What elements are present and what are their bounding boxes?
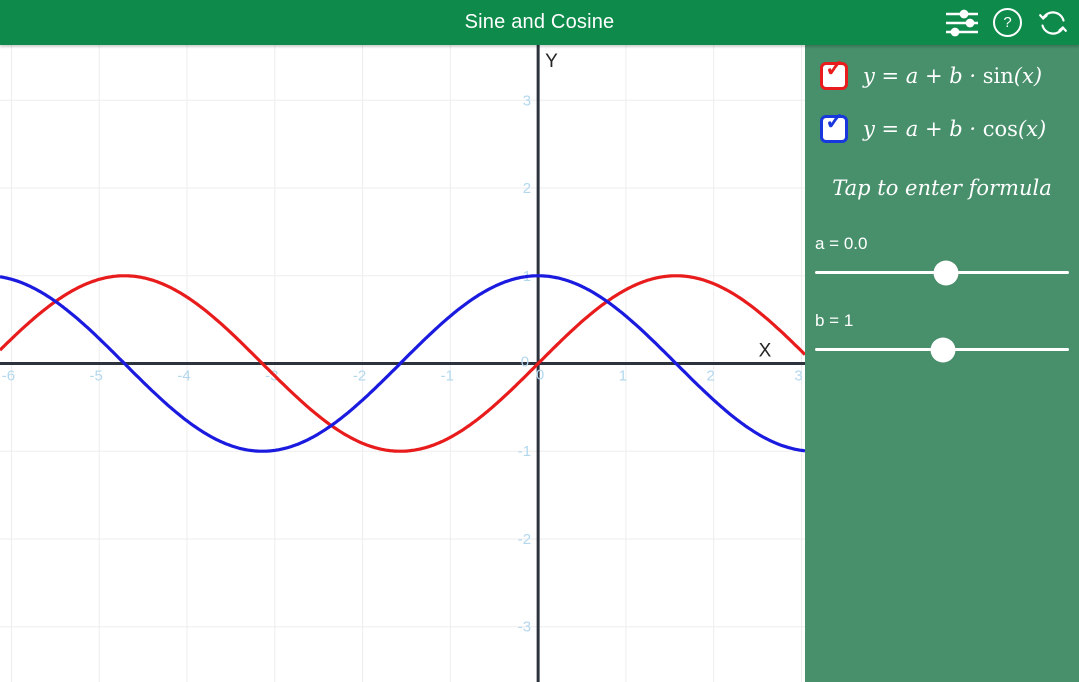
x-tick-label: -4 [177,368,190,385]
sine-checkbox[interactable]: ✓ [820,57,848,90]
x-tick-label: -1 [441,368,454,385]
origin-label-x: 0 [536,367,544,384]
page-title: Sine and Cosine [464,11,615,33]
y-tick-label: -1 [518,443,531,460]
origin-label-y: 0 [521,354,529,371]
x-tick-label: 1 [619,368,627,385]
y-tick-label: -2 [518,531,531,548]
graph-view: -6 -5 -4 -3 -2 -1 1 2 3 -3 -2 -1 1 2 3 0 0 Y X [0,45,805,682]
slider-b: b = 1 [815,311,1069,367]
slider-b-value-label: b = 1 [815,311,854,330]
checkmark-icon: ✓ [825,55,845,81]
x-axis-name: X [759,341,772,362]
formula-prefix: y = a + b · [863,117,983,141]
formula-function: sin [982,64,1014,88]
cosine-formula-label[interactable]: y = a + b · cos(x) [863,117,1046,141]
sine-formula-row: ✓ y = a + b · sin(x) [820,57,1042,91]
graph-canvas[interactable]: -6 -5 -4 -3 -2 -1 1 2 3-3-2-112300YX [0,45,805,682]
reset-icon[interactable] [1037,7,1069,39]
y-tick-label: 3 [523,92,531,109]
tap-to-enter-formula-hint: Tap to enter formula [832,176,1052,200]
slider-a-value-label: a = 0.0 [815,234,868,253]
slider-a-handle[interactable] [933,260,959,285]
app-header: Sine and Cosine ? [0,0,1079,45]
formula-suffix: (x) [1017,117,1047,141]
help-icon[interactable]: ? [993,8,1022,37]
y-tick-label: -3 [518,619,531,636]
y-axis-name: Y [545,51,558,72]
y-tick-label: 2 [523,180,531,197]
x-tick-label: -6 [2,368,15,385]
controls-panel: ✓ y = a + b · sin(x) ✓ y = a + b · cos(x… [805,45,1079,682]
checkmark-icon: ✓ [825,108,845,134]
slider-b-handle[interactable] [930,337,956,362]
x-tick-label: -5 [90,368,103,385]
cosine-formula-row: ✓ y = a + b · cos(x) [820,110,1046,144]
formula-function: cos [982,117,1018,141]
x-tick-label: 3 [794,368,802,385]
formula-suffix: (x) [1013,64,1043,88]
x-tick-label: -2 [353,368,366,385]
sine-formula-label[interactable]: y = a + b · sin(x) [863,64,1042,88]
slider-a: a = 0.0 [815,234,1069,290]
cosine-checkbox[interactable]: ✓ [820,110,848,143]
x-tick-label: 2 [707,368,715,385]
header-icon-group: ? [946,0,1069,45]
sliders-settings-icon[interactable] [946,9,978,37]
formula-prefix: y = a + b · [863,64,983,88]
